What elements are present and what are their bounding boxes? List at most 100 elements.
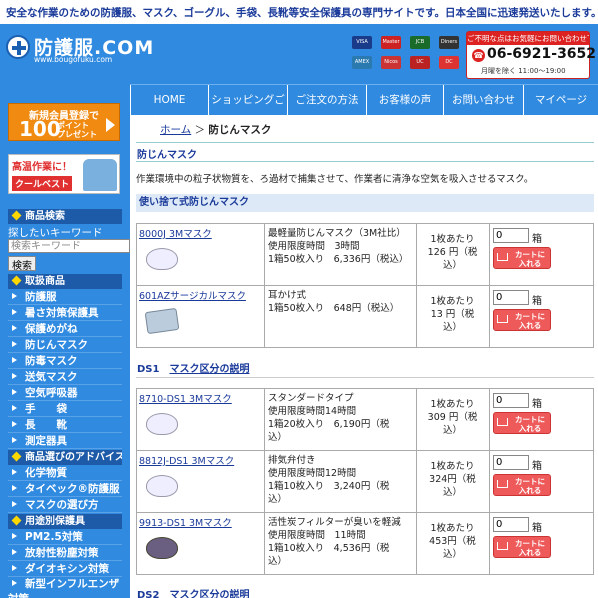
signup-banner-pt1: ポイント [57, 121, 89, 130]
unit-price: 1枚あたり 13 円（税 込） [430, 296, 475, 333]
quantity-input[interactable] [493, 517, 529, 532]
sidebar-item-heat-protection[interactable]: 暑さ対策保護具 [8, 305, 122, 321]
sidebar-item-label: マスクの選び方 [25, 499, 99, 511]
sidebar-item-boots[interactable]: 長 靴 [8, 417, 122, 433]
advice-section-header: 商品選びのアドバイス [8, 450, 122, 465]
sidebar-item-airline-masks[interactable]: 送気マスク [8, 369, 122, 385]
page-description: 作業環境中の粒子状物質を、ろ過材で捕集させて、作業者に清浄な空気を吸入させるマス… [136, 174, 534, 185]
breadcrumb: ホーム ＞ 防じんマスク [160, 122, 271, 137]
sidebar-item-radioactive-dust[interactable]: 放射性粉塵対策 [8, 545, 122, 561]
add-to-cart-button[interactable]: カートに 入れる [493, 247, 551, 269]
nav-shopping[interactable]: ショッピングご [208, 85, 287, 115]
quantity-input[interactable] [493, 228, 529, 243]
sidebar-item-protective-suits[interactable]: 防護服 [8, 289, 122, 305]
disposable-heading: 使い捨て式防じんマスク [136, 194, 594, 212]
product-image[interactable] [143, 304, 181, 336]
add-to-cart-button[interactable]: カートに 入れる [493, 309, 551, 331]
arrow-right-icon [12, 309, 17, 315]
site-url: www.bougofuku.com [34, 55, 113, 64]
quantity-unit: 箱 [532, 461, 542, 472]
arrow-right-icon [12, 357, 17, 363]
price-cell: 1枚あたり 453円（税 込） [417, 513, 490, 574]
search-input[interactable] [8, 239, 130, 253]
uc-icon: UC [410, 56, 430, 69]
sidebar-item-breathing-apparatus[interactable]: 空気呼吸器 [8, 385, 122, 401]
ds2-class-link[interactable]: マスク区分の説明 [169, 590, 249, 598]
sidebar-item-gas-masks[interactable]: 防毒マスク [8, 353, 122, 369]
sidebar-item-label: 化学物質 [25, 467, 67, 479]
description-cell: 耳かけ式 1箱50枚入り 648円（税込） [265, 286, 417, 347]
sidebar-item-mask-guide[interactable]: マスクの選び方 [8, 497, 122, 513]
cart-icon [497, 418, 508, 426]
product-link[interactable]: 8000J 3Mマスク [139, 226, 212, 240]
logo-cross-icon[interactable] [6, 35, 30, 59]
usage-list: PM2.5対策 放射性粉塵対策 ダイオキシン対策 新型インフルエンザ対策 [8, 529, 122, 598]
add-to-cart-button[interactable]: カートに 入れる [493, 474, 551, 496]
sidebar-item-label: 長 靴 [25, 419, 67, 431]
signup-points-banner[interactable]: 新規会員登録で 100 ポイント プレゼント [8, 103, 120, 141]
sidebar-item-dust-masks[interactable]: 防じんマスク [8, 337, 122, 353]
arrow-right-icon [12, 485, 17, 491]
sidebar-item-label: 放射性粉塵対策 [25, 547, 99, 559]
search-button[interactable]: 検索 [8, 256, 36, 272]
cool-vest-banner[interactable]: 高温作業に！ クールベスト [8, 154, 120, 194]
nav-customer-voice[interactable]: お客様の声 [366, 85, 443, 115]
nav-order-method[interactable]: ご注文の方法 [287, 85, 366, 115]
quantity-unit: 箱 [532, 234, 542, 245]
sidebar-item-safety-glasses[interactable]: 保護めがね [8, 321, 122, 337]
sidebar-item-tyvek[interactable]: タイベック®防護服 [8, 481, 122, 497]
sidebar-item-chemicals[interactable]: 化学物質 [8, 465, 122, 481]
cart-label: カートに 入れる [515, 414, 545, 433]
unit-price: 1枚あたり 453円（税 込） [429, 523, 476, 560]
nav-contact[interactable]: お問い合わせ [443, 85, 523, 115]
sidebar-item-influenza[interactable]: 新型インフルエンザ対策 [8, 577, 122, 598]
sidebar-item-dioxin[interactable]: ダイオキシン対策 [8, 561, 122, 577]
product-link[interactable]: 8710-DS1 3Mマスク [139, 391, 232, 405]
sidebar-item-label: PM2.5対策 [25, 531, 83, 543]
product-cell: 8812J-DS1 3Mマスク [137, 451, 265, 512]
description-cell: 活性炭フィルターが臭いを軽減 使用限度時間 11時間 1箱10枚入り 4,536… [265, 513, 417, 574]
arrow-right-icon [12, 373, 17, 379]
site-header: 防護服.COM www.bougofuku.com VISA Master JC… [0, 24, 598, 84]
product-image[interactable] [143, 531, 181, 563]
description-cell: スタンダードタイプ 使用限度時間14時間 1箱20枚入り 6,190円（税 込） [265, 389, 417, 450]
divider [136, 161, 594, 162]
product-image[interactable] [143, 242, 181, 274]
advice-list: 化学物質 タイベック®防護服 マスクの選び方 [8, 465, 122, 513]
search-section-header: 商品検索 [8, 209, 122, 224]
add-to-cart-button[interactable]: カートに 入れる [493, 536, 551, 558]
arrow-right-icon [12, 437, 17, 443]
quantity-input[interactable] [493, 393, 529, 408]
sidebar-item-measuring-tools[interactable]: 測定器具 [8, 433, 122, 449]
contact-note: ご不明な点はお気軽にお問い合わせ下さい [467, 32, 589, 45]
nav-home[interactable]: HOME [130, 85, 208, 115]
product-link[interactable]: 8812J-DS1 3Mマスク [139, 453, 234, 467]
quantity-input[interactable] [493, 455, 529, 470]
sidebar-item-gloves[interactable]: 手 袋 [8, 401, 122, 417]
divider [136, 377, 594, 378]
product-description: 排気弁付き 使用限度時間12時間 1箱10枚入り 3,240円（税 込） [268, 455, 390, 505]
product-link[interactable]: 601AZサージカルマスク [139, 288, 246, 302]
add-to-cart-button[interactable]: カートに 入れる [493, 412, 551, 434]
product-table-2: 8710-DS1 3Mマスク スタンダードタイプ 使用限度時間14時間 1箱20… [136, 388, 594, 575]
product-image[interactable] [143, 407, 181, 439]
breadcrumb-home-link[interactable]: ホーム [160, 124, 191, 136]
sidebar-item-label: 保護めがね [25, 323, 78, 335]
arrow-right-icon [12, 293, 17, 299]
quantity-unit: 箱 [532, 399, 542, 410]
ds1-class-link[interactable]: マスク区分の説明 [169, 364, 249, 375]
signup-banner-points: 100 [19, 117, 61, 141]
phone-number[interactable]: 06-6921-3652 [487, 46, 596, 62]
diamond-icon [11, 275, 22, 286]
quantity-input[interactable] [493, 290, 529, 305]
quantity-unit: 箱 [532, 523, 542, 534]
product-link[interactable]: 9913-DS1 3Mマスク [139, 515, 232, 529]
price-cell: 1枚あたり 126 円（税 込） [417, 224, 490, 285]
sidebar-item-label: 測定器具 [25, 435, 67, 447]
sidebar-item-label: ダイオキシン対策 [25, 563, 109, 575]
product-image[interactable] [143, 469, 181, 501]
nav-mypage[interactable]: マイページ [523, 85, 598, 115]
unit-price: 1枚あたり 126 円（税 込） [427, 234, 478, 271]
sidebar-item-pm25[interactable]: PM2.5対策 [8, 529, 122, 545]
page-title: 防じんマスク [137, 150, 197, 161]
